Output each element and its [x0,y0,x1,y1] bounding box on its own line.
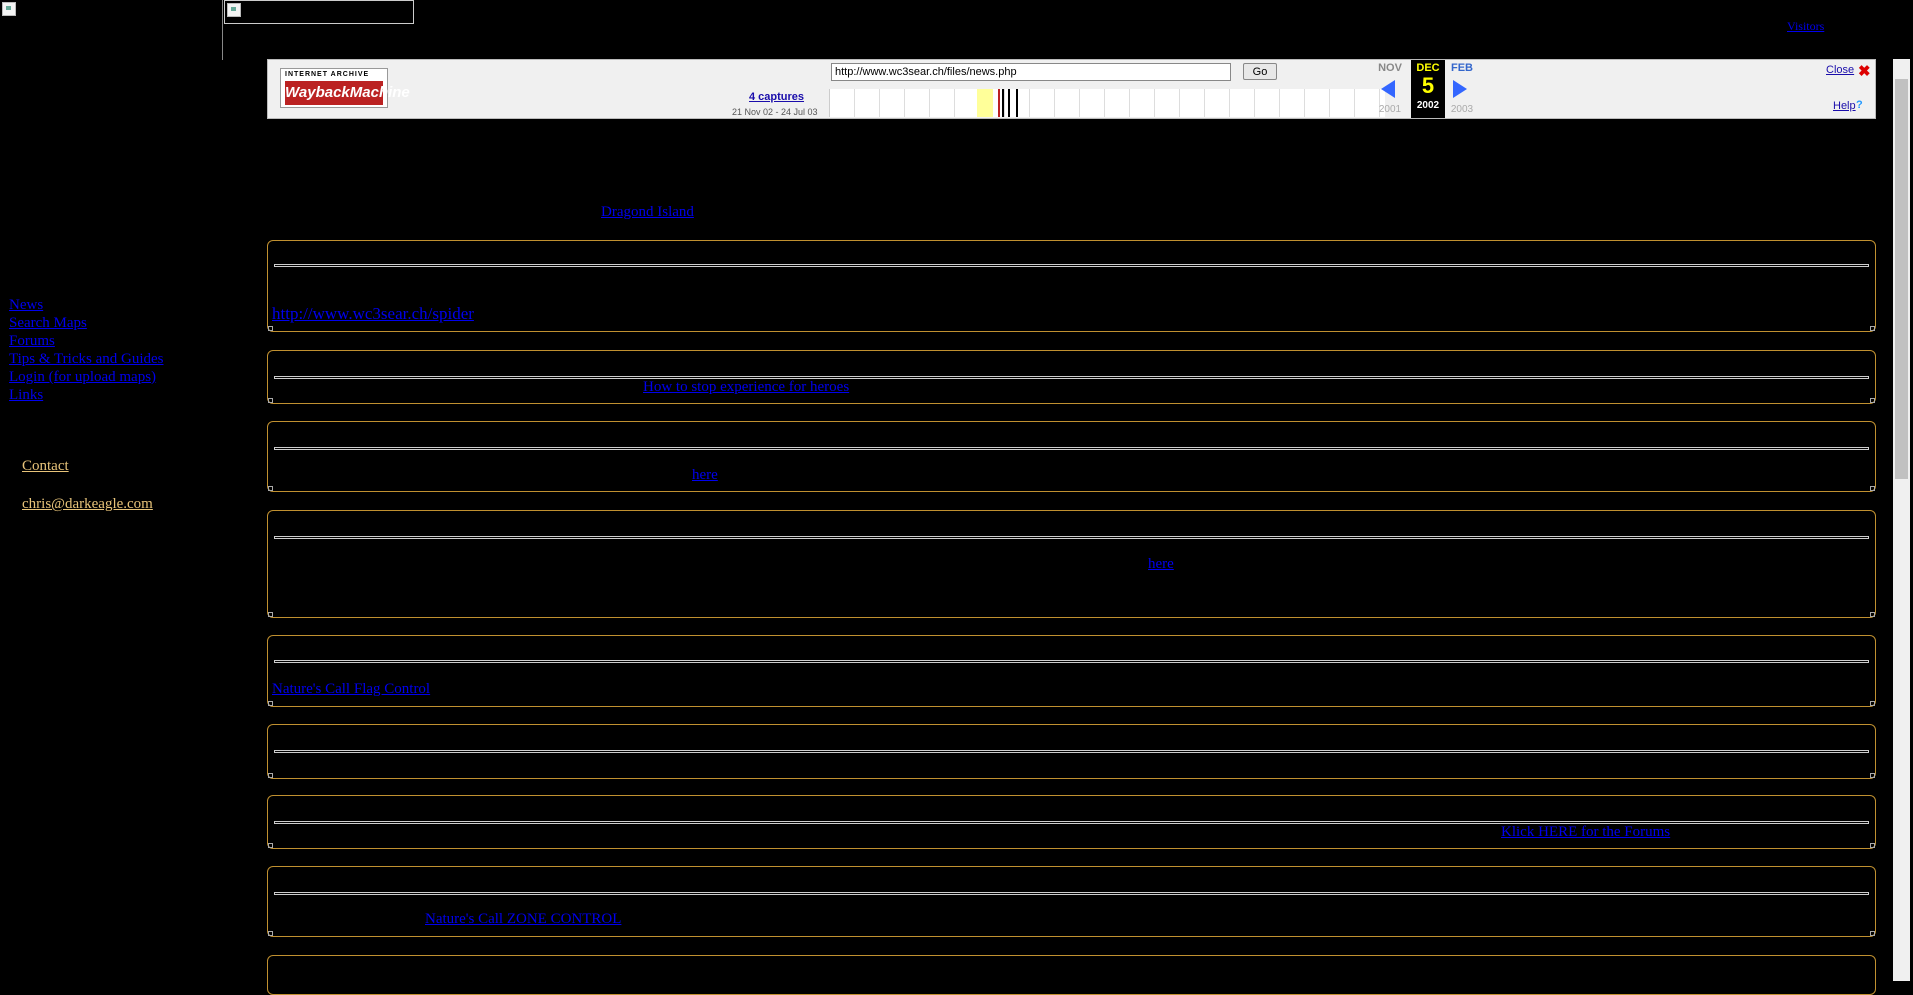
scrollbar-thumb[interactable] [1895,79,1908,479]
next-year-label[interactable]: 2003 [1445,104,1479,115]
broken-image-icon [2,2,16,16]
zone-control-link[interactable]: Nature's Call ZONE CONTROL [425,911,621,928]
prev-month-label[interactable]: NOV [1373,62,1407,74]
news-box: here [267,421,1876,492]
contact-link[interactable]: Contact [22,458,69,475]
divider [274,376,1869,379]
box-corner [1870,773,1875,778]
prev-capture-arrow-icon[interactable] [1381,80,1395,98]
box-corner [268,398,273,403]
wayback-capture-range: 21 Nov 02 - 24 Jul 03 [732,107,818,117]
sparkline-bar [1016,89,1018,117]
divider [274,660,1869,663]
box-corner [268,773,273,778]
nav-tips-guides[interactable]: Tips & Tricks and Guides [9,350,163,368]
box-corner [1870,326,1875,331]
current-day: 5 [1421,73,1435,98]
news-box: http://www.wc3sear.ch/spider [267,240,1876,332]
flag-control-link[interactable]: Nature's Call Flag Control [272,681,430,698]
here-link[interactable]: here [692,467,718,484]
wayback-sparkline[interactable] [829,89,1385,117]
header-logo-image [0,0,223,60]
box-corner [268,612,273,617]
next-month-label[interactable]: FEB [1445,62,1479,74]
current-year: 2002 [1416,100,1440,111]
box-corner [1870,612,1875,617]
nav-login[interactable]: Login (for upload maps) [9,368,163,386]
stop-experience-link[interactable]: How to stop experience for heroes [643,379,849,396]
news-box: here [267,510,1876,618]
box-corner [268,931,273,936]
news-box: Klick HERE for the Forums [267,795,1876,849]
divider [274,750,1869,753]
visitors-link[interactable]: Visitors [1787,19,1824,34]
here-link[interactable]: here [1148,556,1174,573]
wayback-toolbar: INTERNET ARCHIVE WaybackMachine Go 4 cap… [267,59,1876,119]
current-capture-date: DEC 5 2002 [1411,60,1445,118]
spider-link[interactable]: http://www.wc3sear.ch/spider [272,304,474,324]
sparkline-bar [1002,89,1004,117]
sparkline-bar [1008,89,1010,117]
divider [274,536,1869,539]
divider [274,892,1869,895]
news-box: Nature's Call Flag Control [267,635,1876,707]
box-corner [1870,701,1875,706]
wayback-logo-top: INTERNET ARCHIVE [285,71,370,78]
box-corner [268,843,273,848]
next-capture-arrow-icon[interactable] [1453,80,1467,98]
wayback-logo-main: WaybackMachine [285,81,410,105]
close-icon[interactable]: ✖ [1858,62,1871,80]
box-corner [268,326,273,331]
nav-search-maps[interactable]: Search Maps [9,314,163,332]
news-box [267,955,1876,995]
news-box [267,724,1876,779]
divider [274,264,1869,267]
news-box: Nature's Call ZONE CONTROL [267,866,1876,937]
forums-link[interactable]: Klick HERE for the Forums [1501,824,1670,841]
box-corner [1870,486,1875,491]
wayback-captures-link[interactable]: 4 captures [749,91,804,103]
box-corner [268,701,273,706]
dragond-island-link[interactable]: Dragond Island [601,204,694,221]
box-corner [1870,843,1875,848]
news-box: How to stop experience for heroes [267,350,1876,404]
box-corner [1870,931,1875,936]
prev-year-label[interactable]: 2001 [1373,104,1407,115]
wayback-go-button[interactable]: Go [1243,63,1277,80]
divider [274,447,1869,450]
header-banner-image [224,0,414,24]
wayback-help-link[interactable]: Help [1833,100,1856,112]
sparkline-bar [998,89,1000,117]
side-navigation: News Search Maps Forums Tips & Tricks an… [9,296,163,404]
wayback-url-input[interactable] [831,63,1231,81]
email-link[interactable]: chris@darkeagle.com [22,496,153,513]
help-icon[interactable]: ? [1856,99,1863,111]
broken-image-icon [227,3,241,17]
nav-news[interactable]: News [9,296,163,314]
box-corner [268,486,273,491]
wayback-logo[interactable]: INTERNET ARCHIVE WaybackMachine [280,68,410,108]
sparkline-highlight [977,89,993,117]
nav-links[interactable]: Links [9,386,163,404]
page-scrollbar[interactable] [1893,59,1910,981]
wayback-close-link[interactable]: Close [1826,64,1854,76]
box-corner [1870,398,1875,403]
nav-forums[interactable]: Forums [9,332,163,350]
